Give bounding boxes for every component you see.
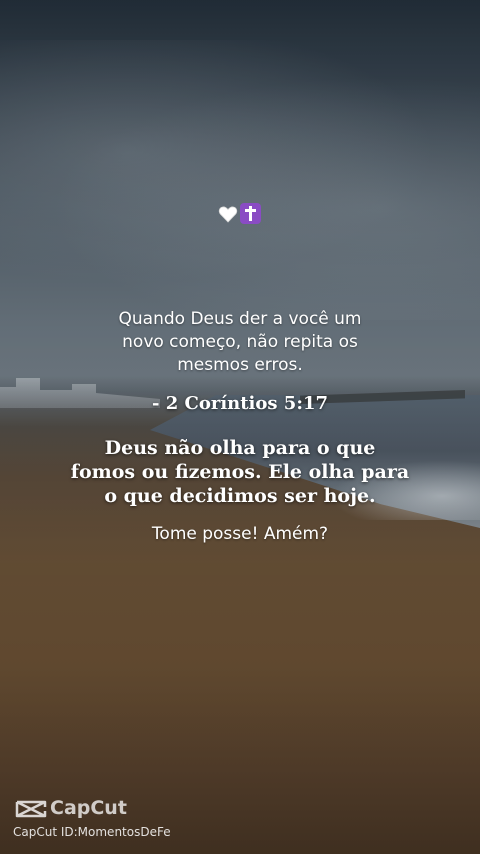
- capcut-id-text: CapCut ID:MomentosDeFe: [13, 825, 171, 839]
- beach-background-photo: [0, 0, 480, 854]
- quote-text: Quando Deus der a você um novo começo, n…: [118, 309, 362, 375]
- capcut-logo-icon: [15, 800, 47, 818]
- latin-cross-icon: [240, 203, 261, 224]
- bible-reference: - 2 Coríntios 5:17: [151, 393, 329, 414]
- darken-overlay: [0, 0, 480, 854]
- emoji-row: [218, 203, 262, 225]
- call-to-action-text: Tome posse! Amém?: [151, 524, 329, 544]
- white-heart-icon: [218, 206, 238, 223]
- message-text: Deus não olha para o que fomos ou fizemo…: [70, 437, 410, 507]
- capcut-brand-text: CapCut: [50, 797, 127, 819]
